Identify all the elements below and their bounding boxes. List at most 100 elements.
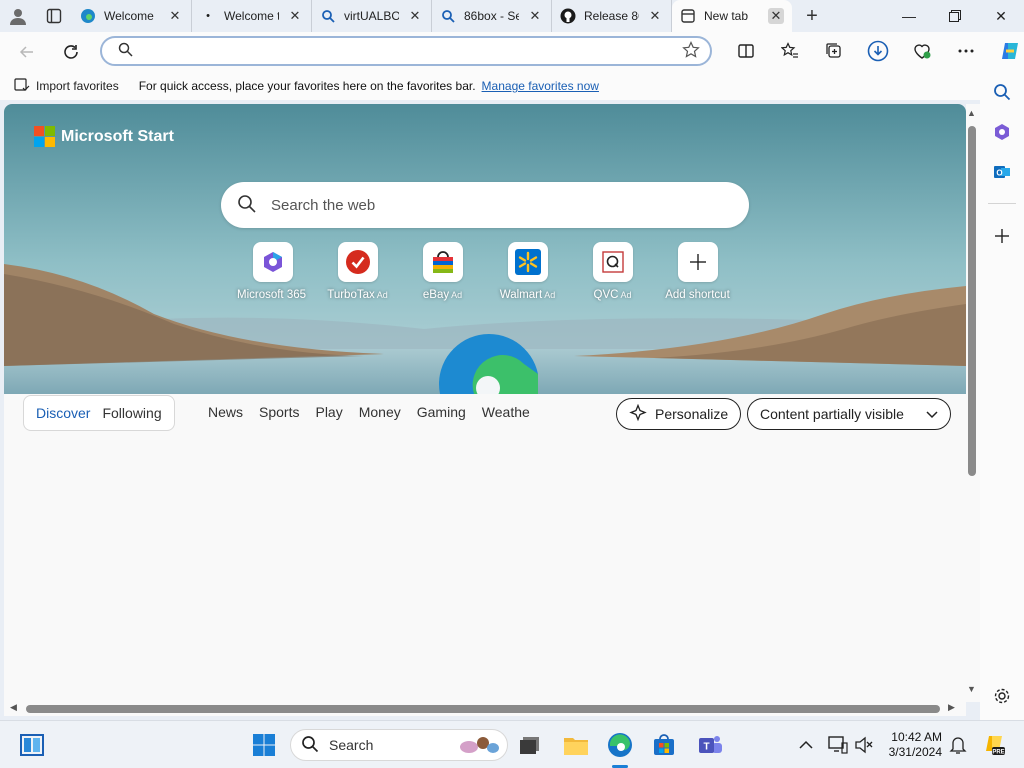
tab-release[interactable]: Release 86 ✕ [552, 0, 672, 32]
back-button[interactable] [10, 35, 44, 69]
scroll-left-arrow-icon[interactable]: ◀ [10, 702, 17, 713]
web-search-box[interactable] [221, 182, 749, 228]
personalize-button[interactable]: Personalize [616, 398, 742, 430]
tab-86box-search[interactable]: 86box - Se ✕ [432, 0, 552, 32]
shortcut-microsoft-365[interactable]: Microsoft 365 [230, 242, 315, 301]
file-explorer-icon[interactable] [562, 731, 590, 759]
close-icon[interactable]: ✕ [527, 8, 543, 24]
qvc-icon [592, 242, 633, 282]
svg-text:O: O [996, 169, 1002, 178]
tab-actions-icon[interactable] [36, 0, 72, 32]
content-visibility-label: Content partially visible [760, 406, 904, 422]
feed-tab-play[interactable]: Play [315, 404, 342, 420]
close-window-button[interactable]: ✕ [978, 0, 1024, 32]
close-icon[interactable]: ✕ [167, 8, 183, 24]
microsoft-365-icon [252, 242, 293, 282]
scroll-right-arrow-icon[interactable]: ▶ [948, 702, 955, 713]
scroll-down-arrow-icon[interactable]: ▼ [967, 684, 976, 694]
tab-label: New tab [704, 9, 749, 23]
tab-following[interactable]: Following [96, 405, 167, 421]
add-shortcut-button[interactable]: Add shortcut [655, 242, 740, 301]
collections-icon[interactable] [812, 36, 856, 66]
toolbar [724, 36, 1024, 66]
start-windows-icon[interactable] [250, 731, 278, 759]
downloads-icon[interactable] [856, 36, 900, 66]
copilot-preview-icon[interactable]: PRE [980, 731, 1008, 759]
import-favorites-button[interactable]: Import favorites [14, 77, 119, 96]
svg-text:PRE: PRE [992, 750, 1004, 756]
more-options-icon[interactable] [944, 36, 988, 66]
manage-favorites-link[interactable]: Manage favorites now [482, 79, 599, 93]
microsoft-start-logo[interactable]: Microsoft Start [34, 126, 174, 147]
shortcut-qvc[interactable]: QVC Ad [570, 242, 655, 301]
edge-taskbar-icon[interactable] [606, 731, 634, 759]
feed-tab-money[interactable]: Money [359, 404, 401, 420]
new-tab-page: Microsoft Start Microsoft 365 TurboTaxAd [4, 104, 966, 702]
horizontal-scroll-thumb[interactable] [26, 705, 940, 713]
vertical-scrollbar[interactable]: ▲ ▼ [966, 104, 980, 702]
widgets-icon[interactable] [18, 731, 46, 759]
tab-welcome-2[interactable]: • Welcome t ✕ [192, 0, 312, 32]
new-tab-button[interactable]: + [792, 0, 832, 32]
tab-new-tab[interactable]: New tab ✕ [672, 0, 792, 32]
favorite-star-icon[interactable] [682, 40, 700, 62]
outlook-icon[interactable]: O [990, 160, 1014, 184]
taskbar: Search T 10:42 AM 3/31/2024 PRE [0, 720, 1024, 768]
network-display-icon[interactable] [824, 731, 852, 759]
dot-icon: • [206, 10, 210, 22]
web-search-input[interactable] [271, 196, 749, 214]
svg-text:T: T [703, 742, 709, 753]
sparkle-icon [629, 403, 647, 425]
walmart-icon [507, 242, 548, 282]
chevron-down-icon [926, 406, 938, 422]
profile-icon[interactable] [0, 0, 36, 32]
add-sidebar-app-icon[interactable] [990, 224, 1014, 248]
task-view-icon[interactable] [516, 731, 544, 759]
close-icon[interactable]: ✕ [647, 8, 663, 24]
ad-badge: Ad [451, 290, 463, 300]
copilot-icon[interactable] [988, 36, 1024, 66]
close-icon[interactable]: ✕ [768, 8, 784, 24]
shortcut-label: Microsoft 365 [236, 289, 307, 301]
address-input[interactable] [141, 41, 682, 61]
brand-label: Microsoft Start [61, 127, 174, 145]
minimize-button[interactable]: — [886, 0, 932, 32]
feed-tab-weather[interactable]: Weathe [482, 404, 530, 420]
shortcut-turbotax[interactable]: TurboTax Ad [315, 242, 400, 301]
sidebar-divider [988, 203, 1016, 204]
scroll-up-arrow-icon[interactable]: ▲ [967, 108, 976, 118]
search-icon[interactable] [990, 80, 1014, 104]
feed-tab-sports[interactable]: Sports [259, 404, 299, 420]
teams-icon[interactable]: T [696, 731, 724, 759]
settings-gear-icon[interactable] [990, 684, 1014, 708]
split-screen-icon[interactable] [724, 36, 768, 66]
clock-date: 3/31/2024 [888, 745, 942, 759]
shortcut-walmart[interactable]: Walmart Ad [485, 242, 570, 301]
close-icon[interactable]: ✕ [287, 8, 303, 24]
microsoft-365-icon[interactable] [990, 120, 1014, 144]
ad-badge: Ad [376, 290, 388, 300]
show-hidden-icons-chevron-up-icon[interactable] [792, 731, 820, 759]
tab-welcome-1[interactable]: Welcome ✕ [72, 0, 192, 32]
vertical-scroll-thumb[interactable] [968, 126, 976, 476]
feed-navigation: Discover Following News Sports Play Mone… [4, 394, 966, 454]
tab-virtualbox-search[interactable]: virtUALBO ✕ [312, 0, 432, 32]
favorites-icon[interactable] [768, 36, 812, 66]
search-highlight-icon [457, 733, 501, 758]
feed-tab-news[interactable]: News [208, 404, 243, 420]
shortcut-ebay[interactable]: eBay Ad [400, 242, 485, 301]
notification-bell-icon[interactable] [944, 731, 972, 759]
restore-button[interactable] [932, 0, 978, 32]
address-bar[interactable] [100, 36, 712, 66]
taskbar-search-box[interactable]: Search [290, 729, 508, 761]
tab-discover[interactable]: Discover [30, 405, 96, 421]
feed-tab-gaming[interactable]: Gaming [417, 404, 466, 420]
close-icon[interactable]: ✕ [407, 8, 423, 24]
microsoft-store-icon[interactable] [650, 731, 678, 759]
horizontal-scrollbar[interactable]: ◀ ▶ [4, 702, 966, 716]
clock[interactable]: 10:42 AM 3/31/2024 [884, 730, 942, 760]
refresh-button[interactable] [54, 35, 88, 69]
volume-muted-icon[interactable] [850, 731, 878, 759]
browser-essentials-icon[interactable] [900, 36, 944, 66]
content-visibility-dropdown[interactable]: Content partially visible [747, 398, 951, 430]
